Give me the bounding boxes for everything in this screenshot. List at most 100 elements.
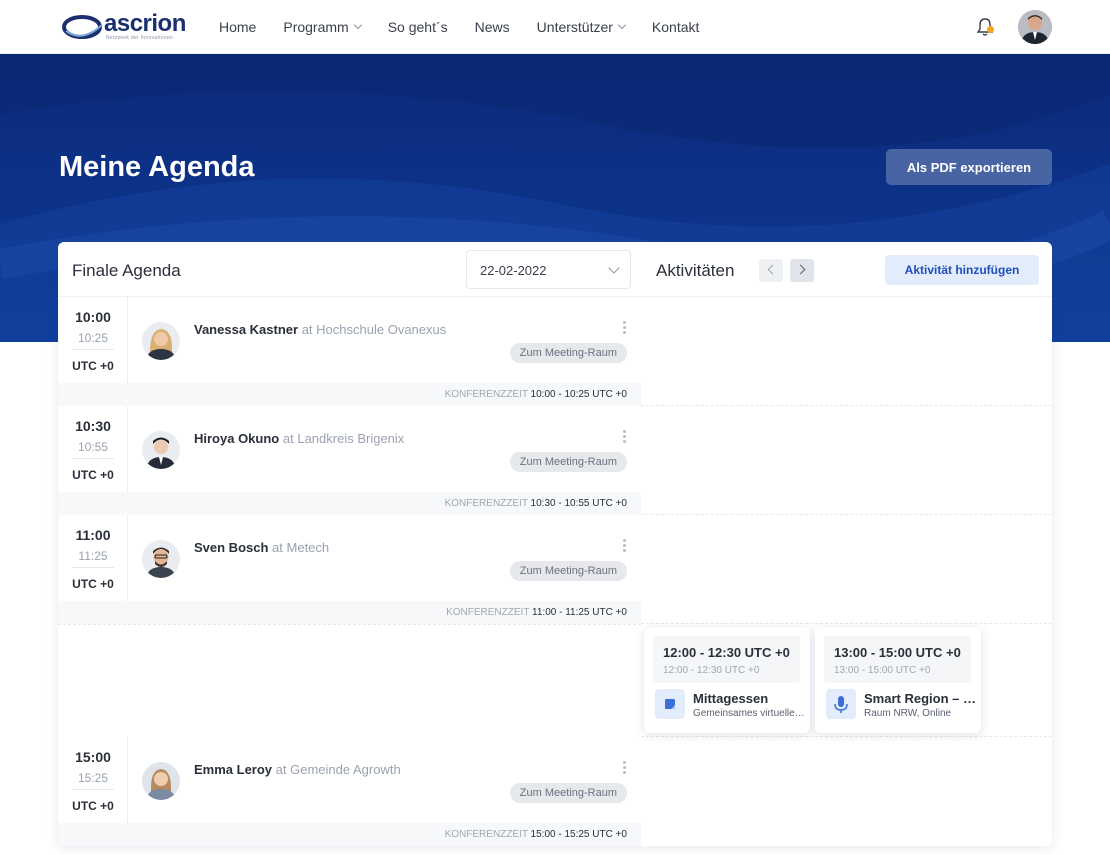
participant-info: Vanessa Kastner at Hochschule Ovanexus: [194, 322, 446, 337]
participant-name[interactable]: Emma Leroy: [194, 762, 272, 777]
slot-timezone: UTC +0: [72, 468, 114, 482]
meeting-room-button[interactable]: Zum Meeting-Raum: [509, 452, 627, 472]
activity-description: Raum NRW, Online: [864, 708, 952, 719]
participant-at: at: [275, 762, 287, 777]
activities-title: Aktivitäten: [656, 261, 735, 280]
conference-time-value: 10:00 - 10:25 UTC +0: [530, 389, 627, 400]
participant-organization: Gemeinde Agrowth: [290, 762, 401, 777]
agenda-card-header: Finale Agenda 22-02-2022 Aktivitäten Akt…: [58, 242, 1052, 297]
slot-end-time: 11:25: [78, 549, 108, 563]
row-divider: [641, 405, 1052, 406]
conference-time-value: 10:30 - 10:55 UTC +0: [530, 498, 627, 509]
time-divider: [72, 458, 114, 459]
more-options-icon[interactable]: [623, 430, 627, 444]
more-options-icon[interactable]: [623, 321, 627, 335]
conference-time-bar: Konferenzzeit 11:00 - 11:25 UTC +0: [58, 601, 641, 624]
participant-name[interactable]: Vanessa Kastner: [194, 322, 298, 337]
nav-unterstuetzer[interactable]: Unterstützer: [537, 19, 627, 35]
activity-name: Smart Region – NRW: [864, 691, 976, 706]
nav-news-label: News: [474, 19, 510, 35]
export-pdf-button[interactable]: Als PDF exportieren: [886, 149, 1052, 185]
slot-start-time: 11:00: [75, 527, 111, 543]
participant-avatar[interactable]: [142, 431, 180, 469]
logo-swoosh-icon: [62, 15, 103, 39]
top-navbar: ascrion Netzwerk der Innovationen Home P…: [0, 0, 1110, 54]
meeting-room-button[interactable]: Zum Meeting-Raum: [509, 561, 627, 581]
nav-news[interactable]: News: [475, 19, 510, 35]
participant-info: Hiroya Okuno at Landkreis Brigenix: [194, 431, 404, 446]
conference-time-value: 15:00 - 15:25 UTC +0: [530, 829, 627, 840]
user-avatar-image: [1018, 10, 1052, 44]
note-icon: [655, 689, 685, 719]
participant-at: at: [272, 540, 283, 555]
next-button[interactable]: [790, 259, 814, 282]
participant-avatar[interactable]: [142, 540, 180, 578]
chevron-left-icon: [767, 264, 778, 275]
agenda-slot-body: 10:30 10:55 UTC +0 Hiroya Okuno at Landk…: [58, 406, 641, 492]
slot-time: 10:00 10:25 UTC +0: [58, 297, 128, 383]
activity-time-box: 13:00 - 15:00 UTC +0 13:00 - 15:00 UTC +…: [824, 636, 971, 683]
agenda-slot-list: 10:00 10:25 UTC +0 Vanessa Kastner at Ho…: [58, 297, 641, 846]
activity-card[interactable]: 12:00 - 12:30 UTC +0 12:00 - 12:30 UTC +…: [644, 627, 810, 733]
notification-dot: [987, 26, 994, 33]
activity-name: Mittagessen: [693, 691, 769, 706]
meeting-room-button[interactable]: Zum Meeting-Raum: [509, 343, 627, 363]
slot-end-time: 10:55: [77, 440, 109, 454]
meeting-room-button[interactable]: Zum Meeting-Raum: [509, 783, 627, 803]
add-activity-button[interactable]: Aktivität hinzufügen: [885, 255, 1039, 285]
activity-time: 13:00 - 15:00 UTC +0: [834, 645, 961, 660]
activity-time: 12:00 - 12:30 UTC +0: [663, 645, 790, 660]
slot-timezone: UTC +0: [72, 577, 114, 591]
date-select[interactable]: 22-02-2022: [466, 250, 631, 289]
previous-button[interactable]: [759, 259, 783, 282]
conference-time-bar: Konferenzzeit 10:00 - 10:25 UTC +0: [58, 383, 641, 406]
nav-home[interactable]: Home: [219, 19, 256, 35]
main-nav: Home Programm So geht´s News Unterstütze…: [219, 19, 726, 35]
participant-photo: [142, 431, 180, 469]
participant-avatar[interactable]: [142, 322, 180, 360]
brand-logo[interactable]: ascrion Netzwerk der Innovationen: [62, 10, 186, 44]
participant-info: Sven Bosch at Metech: [194, 540, 329, 555]
empty-time-gap: [58, 624, 641, 737]
nav-programm[interactable]: Programm: [283, 19, 362, 35]
more-options-icon[interactable]: [623, 761, 627, 775]
agenda-title: Finale Agenda: [72, 261, 181, 280]
activity-description: Gemeinsames virtuelles Mittagessen: [693, 708, 805, 719]
conference-time-label: Konferenzzeit: [444, 389, 528, 400]
conference-time: Konferenzzeit 11:00 - 11:25 UTC +0: [446, 607, 627, 618]
time-divider: [72, 789, 114, 790]
user-avatar[interactable]: [1018, 10, 1052, 44]
microphone-icon: [826, 689, 856, 719]
slot-time: 10:30 10:55 UTC +0: [58, 406, 128, 492]
logo-tagline: Netzwerk der Innovationen: [106, 35, 173, 41]
participant-avatar[interactable]: [142, 762, 180, 800]
agenda-slot: 15:00 15:25 UTC +0 Emma Leroy at Gemeind…: [58, 737, 641, 846]
agenda-slot-body: 10:00 10:25 UTC +0 Vanessa Kastner at Ho…: [58, 297, 641, 383]
participant-organization: Metech: [286, 540, 330, 555]
agenda-slot: 10:00 10:25 UTC +0 Vanessa Kastner at Ho…: [58, 297, 641, 406]
nav-kontakt[interactable]: Kontakt: [652, 19, 699, 35]
conference-time-bar: Konferenzzeit 10:30 - 10:55 UTC +0: [58, 492, 641, 515]
slot-time: 15:00 15:25 UTC +0: [58, 737, 128, 823]
agenda-slot-body: 11:00 11:25 UTC +0 Sven Bosch at Metech …: [58, 515, 641, 601]
participant-organization: Landkreis Brigenix: [297, 431, 405, 446]
nav-kontakt-label: Kontakt: [651, 19, 700, 35]
more-options-icon[interactable]: [623, 539, 627, 553]
agenda-slot-body: 15:00 15:25 UTC +0 Emma Leroy at Gemeind…: [58, 737, 641, 823]
slot-timezone: UTC +0: [72, 799, 114, 813]
nav-home-label: Home: [219, 19, 257, 35]
nav-so-gehts[interactable]: So geht´s: [388, 19, 448, 35]
time-divider: [72, 349, 114, 350]
participant-name[interactable]: Hiroya Okuno: [194, 431, 279, 446]
slot-time: 11:00 11:25 UTC +0: [58, 515, 128, 601]
activity-card[interactable]: 13:00 - 15:00 UTC +0 13:00 - 15:00 UTC +…: [815, 627, 981, 733]
conference-time-label: Konferenzzeit: [444, 829, 528, 840]
slot-timezone: UTC +0: [72, 359, 114, 373]
participant-organization: Hochschule Ovanexus: [316, 322, 447, 337]
slot-start-time: 15:00: [75, 749, 111, 765]
activity-time-secondary: 13:00 - 15:00 UTC +0: [834, 665, 931, 676]
participant-name[interactable]: Sven Bosch: [194, 540, 268, 555]
conference-time: Konferenzzeit 15:00 - 15:25 UTC +0: [445, 829, 627, 840]
agenda-slot: 11:00 11:25 UTC +0 Sven Bosch at Metech …: [58, 515, 641, 624]
conference-time-label: Konferenzzeit: [444, 498, 528, 509]
